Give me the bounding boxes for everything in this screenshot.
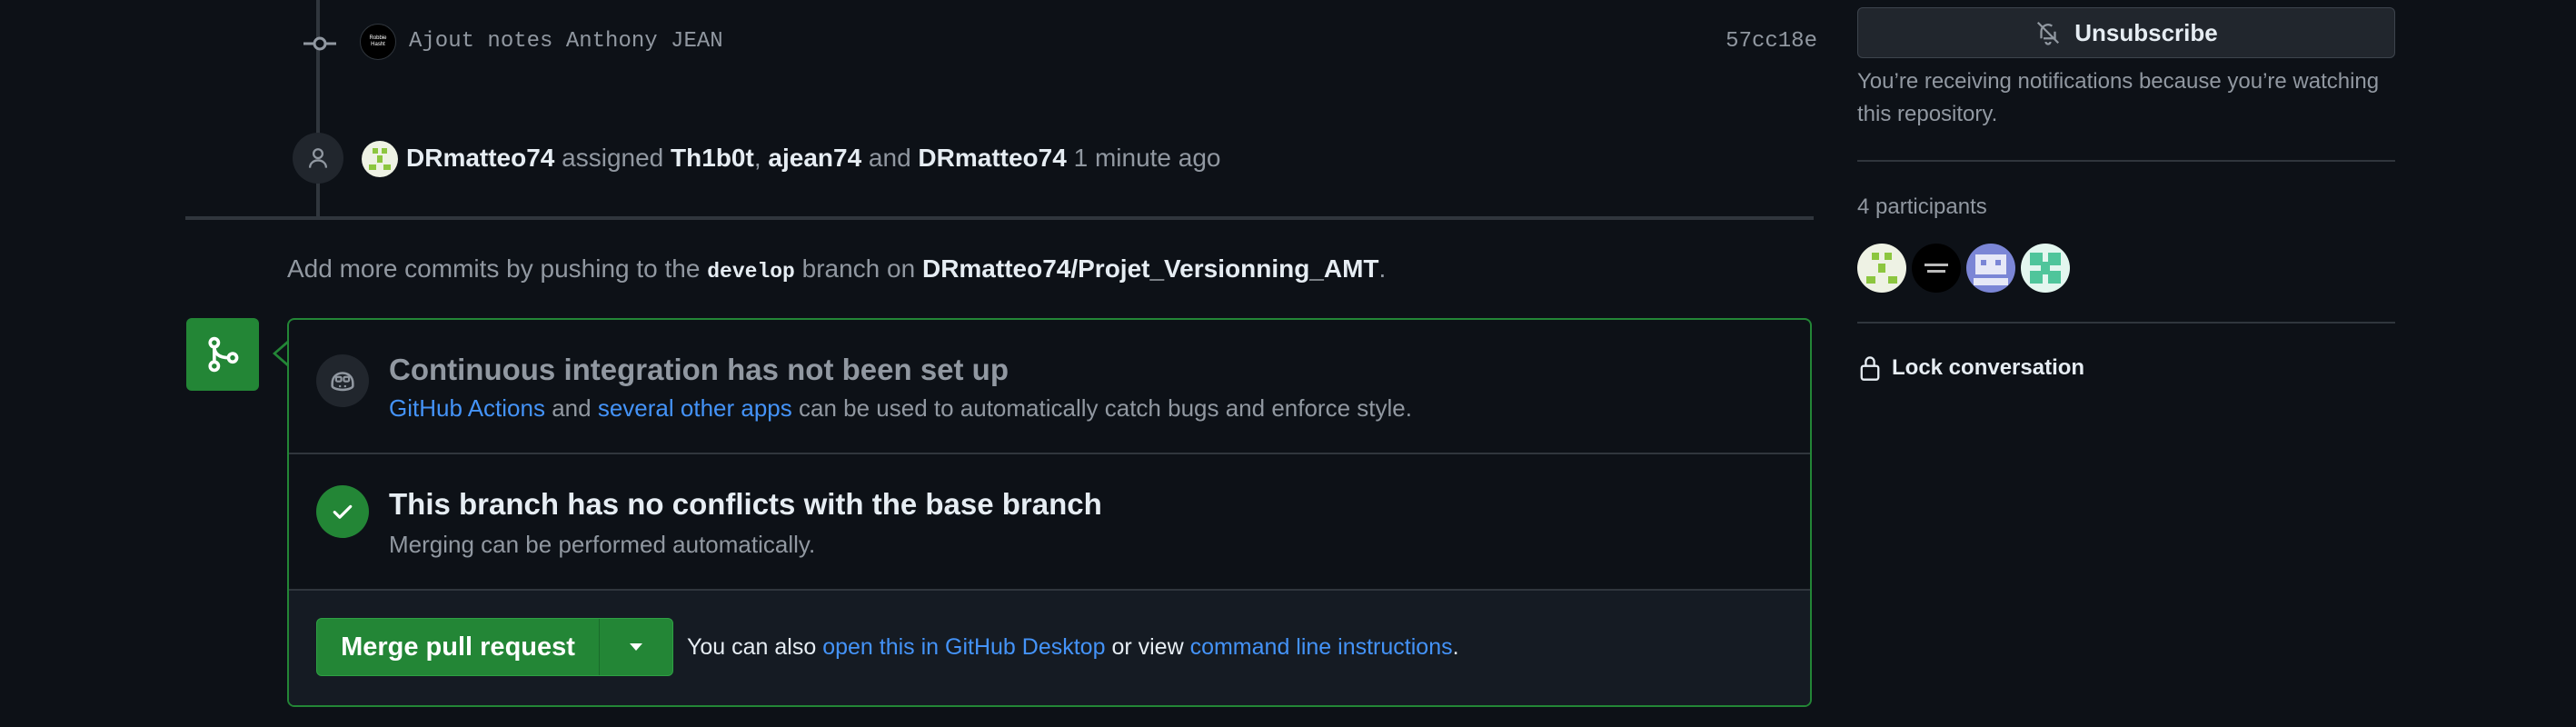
other-apps-link[interactable]: several other apps bbox=[598, 394, 792, 422]
git-merge-icon-badge bbox=[186, 318, 259, 391]
lock-conversation-button[interactable]: Lock conversation bbox=[1857, 354, 2084, 382]
actor-link[interactable]: DRmatteo74 bbox=[406, 144, 554, 172]
and-word: and bbox=[868, 144, 911, 172]
actor-avatar[interactable] bbox=[362, 141, 398, 177]
unsubscribe-label: Unsubscribe bbox=[2074, 18, 2218, 46]
check-icon bbox=[333, 504, 353, 519]
ci-subtitle: GitHub Actions and several other apps ca… bbox=[389, 394, 1412, 423]
push-hint-suffix: . bbox=[1378, 254, 1387, 283]
assignee-link-1[interactable]: Th1b0t bbox=[671, 144, 754, 172]
push-hint-prefix: Add more commits by pushing to the bbox=[287, 254, 701, 283]
repo-link[interactable]: DRmatteo74/Projet_Versionning_AMT bbox=[922, 254, 1379, 283]
conflicts-subtitle: Merging can be performed automatically. bbox=[389, 531, 816, 558]
commit-row: Robbie Hasht Ajout notes Anthony JEAN 57… bbox=[300, 20, 1817, 67]
assignee-link-3[interactable]: DRmatteo74 bbox=[918, 144, 1066, 172]
copilot-icon bbox=[331, 372, 354, 392]
ci-rest-text: can be used to automatically catch bugs … bbox=[798, 394, 1412, 422]
merge-hint-middle: or view bbox=[1111, 634, 1184, 660]
push-hint-middle: branch on bbox=[801, 254, 916, 283]
github-actions-link[interactable]: GitHub Actions bbox=[389, 394, 545, 422]
triangle-down-icon bbox=[630, 643, 642, 651]
avatar-logo-text: Robbie Hasht bbox=[369, 35, 387, 47]
ci-icon-badge bbox=[316, 354, 369, 407]
assign-event: DRmatteo74 assigned Th1b0t, ajean74 and … bbox=[293, 133, 1810, 187]
person-icon-badge bbox=[293, 133, 343, 184]
lock-conversation-label: Lock conversation bbox=[1892, 355, 2085, 380]
merge-hint-suffix: . bbox=[1452, 634, 1459, 660]
timeline-divider bbox=[185, 216, 1814, 220]
merge-hint-prefix: You can also bbox=[687, 634, 817, 660]
participant-avatar[interactable] bbox=[1912, 244, 1961, 293]
check-icon-badge bbox=[316, 485, 369, 538]
git-commit-icon bbox=[303, 36, 336, 51]
unsubscribe-button[interactable]: Unsubscribe bbox=[1857, 7, 2395, 58]
notification-reason: You’re receiving notifications because y… bbox=[1857, 69, 2380, 126]
command-line-instructions-link[interactable]: command line instructions bbox=[1190, 634, 1453, 660]
assignee-separator: , bbox=[753, 144, 761, 172]
merge-hint: You can also open this in GitHub Desktop… bbox=[687, 634, 1459, 661]
participant-avatar[interactable] bbox=[2021, 244, 2070, 293]
ci-and-word: and bbox=[552, 394, 592, 422]
event-time[interactable]: 1 minute ago bbox=[1074, 144, 1221, 172]
conflicts-title: This branch has no conflicts with the ba… bbox=[389, 487, 1102, 521]
merge-options-dropdown[interactable] bbox=[600, 619, 672, 675]
merge-button-group: Merge pull request bbox=[316, 618, 673, 676]
sidebar-divider bbox=[1857, 160, 2395, 162]
assign-event-text: DRmatteo74 assigned Th1b0t, ajean74 and … bbox=[406, 144, 1220, 173]
ci-section: Continuous integration has not been set … bbox=[289, 320, 1810, 454]
open-github-desktop-link[interactable]: open this in GitHub Desktop bbox=[822, 634, 1105, 660]
ci-title: Continuous integration has not been set … bbox=[389, 353, 1009, 386]
branch-name: develop bbox=[707, 260, 795, 284]
participants-label: 4 participants bbox=[1857, 194, 1987, 219]
push-hint: Add more commits by pushing to the devel… bbox=[287, 254, 1386, 284]
assign-verb: assigned bbox=[562, 144, 664, 172]
commit-author-avatar[interactable]: Robbie Hasht bbox=[360, 24, 396, 60]
lock-icon bbox=[1860, 356, 1880, 381]
commit-sha[interactable]: 57cc18e bbox=[1726, 29, 1817, 54]
person-icon bbox=[308, 148, 328, 168]
assignee-link-2[interactable]: ajean74 bbox=[768, 144, 861, 172]
conflicts-section: This branch has no conflicts with the ba… bbox=[289, 454, 1810, 591]
bell-slash-icon bbox=[2037, 21, 2060, 45]
merge-pull-request-button[interactable]: Merge pull request bbox=[317, 619, 600, 675]
participant-avatar[interactable] bbox=[1857, 244, 1906, 293]
commit-message[interactable]: Ajout notes Anthony JEAN bbox=[409, 29, 723, 54]
participant-avatar[interactable] bbox=[1966, 244, 2015, 293]
git-merge-icon bbox=[208, 336, 239, 373]
sidebar-divider bbox=[1857, 322, 2395, 324]
